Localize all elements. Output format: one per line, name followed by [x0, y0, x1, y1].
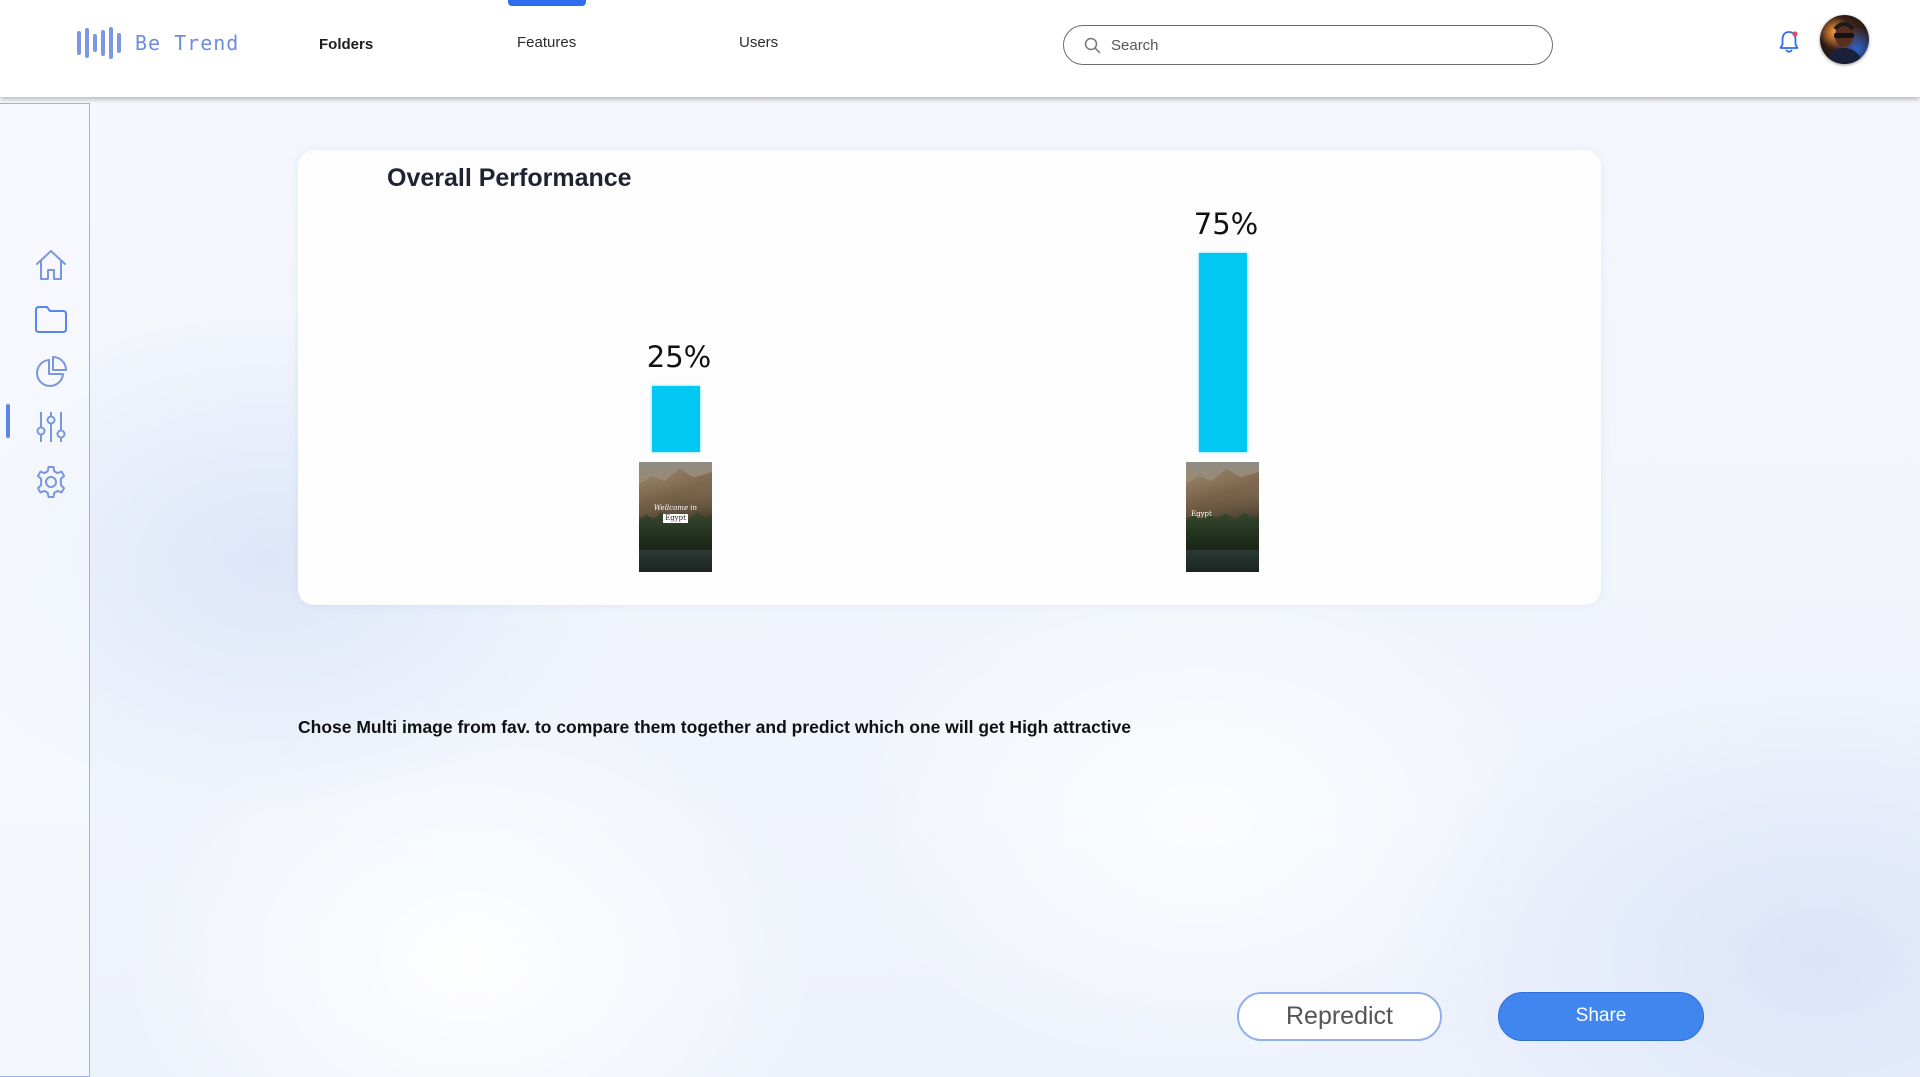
sliders-icon[interactable]: [33, 409, 69, 445]
avatar[interactable]: [1820, 15, 1869, 64]
app-name: Be Trend: [135, 31, 240, 55]
folder-icon[interactable]: [33, 301, 69, 337]
share-button[interactable]: Share: [1498, 992, 1704, 1041]
gear-icon[interactable]: [33, 464, 69, 500]
thumbnail-image-1[interactable]: Wellcome in Egypt: [639, 462, 712, 572]
thumbnail-caption-1: Wellcome in Egypt: [653, 504, 698, 523]
thumbnail-caption-2: Egypt: [1191, 510, 1212, 518]
nav-features[interactable]: Features: [517, 34, 576, 51]
instruction-text: Chose Multi image from fav. to compare t…: [298, 717, 1131, 737]
search-input[interactable]: [1111, 36, 1531, 54]
performance-bar-2: [1199, 253, 1247, 452]
nav-folders[interactable]: Folders: [319, 36, 373, 53]
active-nav-indicator: [508, 0, 586, 6]
left-sidebar: [0, 103, 90, 1077]
repredict-button[interactable]: Repredict: [1237, 992, 1442, 1041]
top-header: Be Trend Folders Features Users: [0, 0, 1920, 97]
home-icon[interactable]: [33, 247, 69, 283]
card-title: Overall Performance: [387, 164, 632, 192]
bar-value-label-1: 25%: [646, 340, 712, 374]
performance-card: Overall Performance 25% 75% Wellcome in E…: [298, 150, 1601, 605]
logo-bars-icon: [77, 26, 121, 60]
nav-users[interactable]: Users: [739, 34, 778, 51]
thumbnail-image-2[interactable]: Egypt: [1186, 462, 1259, 572]
bar-value-label-2: 75%: [1193, 207, 1259, 241]
pie-chart-icon[interactable]: [33, 354, 69, 390]
performance-bar-1: [652, 386, 700, 452]
search-bar[interactable]: [1063, 25, 1553, 65]
bell-icon[interactable]: [1778, 30, 1800, 54]
sidebar-active-indicator: [6, 404, 10, 438]
app-logo[interactable]: Be Trend: [77, 26, 239, 60]
search-icon: [1084, 37, 1101, 53]
